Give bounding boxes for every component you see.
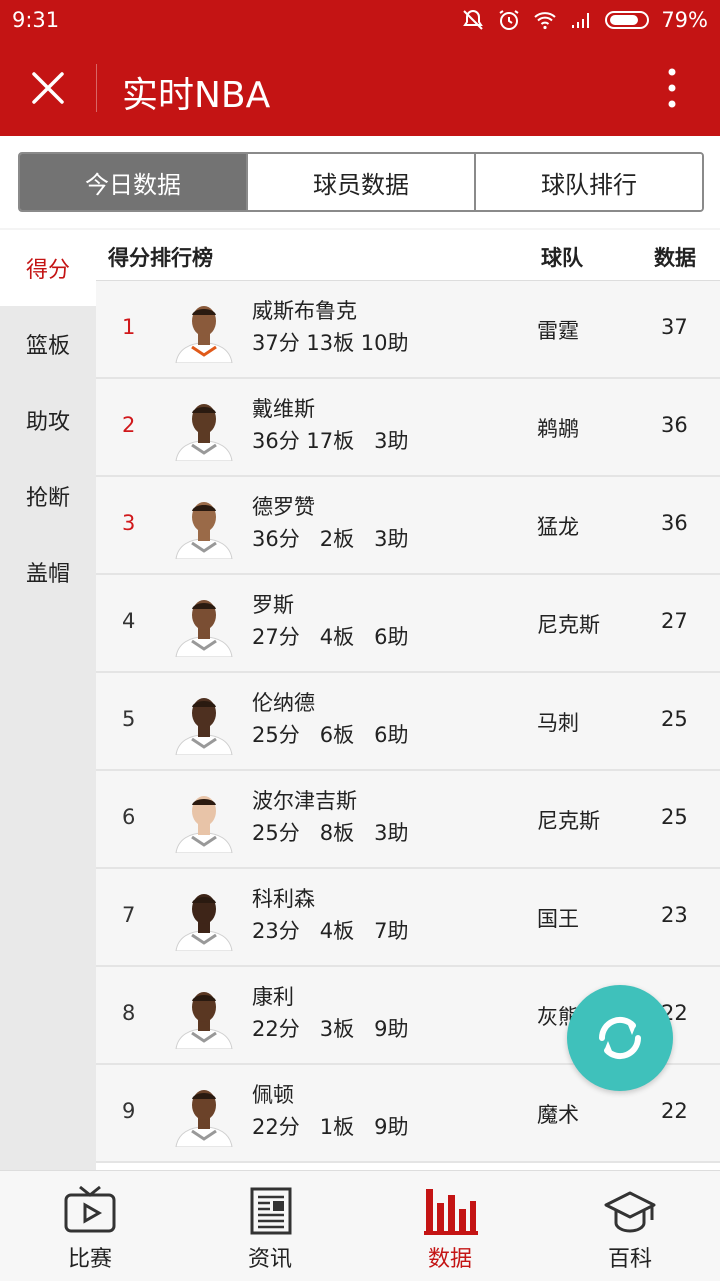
wifi-icon	[534, 12, 556, 30]
player-stat-value: 22	[661, 1099, 688, 1123]
table-header: 得分排行榜 球队 数据	[96, 230, 720, 281]
player-team: 尼克斯	[537, 809, 600, 833]
player-team: 雷霆	[537, 319, 579, 343]
player-stat-line: 23分 4板 7助	[252, 919, 409, 943]
player-name: 伦纳德	[252, 691, 315, 715]
player-stat-value: 25	[661, 805, 688, 829]
table-row[interactable]: 1 威斯布鲁克 37分 13板 10助 雷霆 37	[96, 281, 720, 379]
close-icon[interactable]	[30, 70, 66, 106]
tv-icon	[64, 1185, 116, 1233]
nav-item-data[interactable]: 数据	[360, 1171, 540, 1281]
newspaper-icon	[250, 1187, 292, 1235]
player-stat-line: 36分 2板 3助	[252, 527, 409, 551]
table-row[interactable]: 3 德罗赞 36分 2板 3助 猛龙 36	[96, 477, 720, 575]
player-stat-value: 36	[661, 413, 688, 437]
player-stat-line: 36分 17板 3助	[252, 429, 409, 453]
table-row[interactable]: 2 戴维斯 36分 17板 3助 鹈鹕 36	[96, 379, 720, 477]
table-row[interactable]: 6 波尔津吉斯 25分 8板 3助 尼克斯 25	[96, 771, 720, 869]
status-time: 9:31	[12, 8, 60, 32]
player-team: 尼克斯	[537, 613, 600, 637]
bar-chart-icon	[424, 1189, 478, 1235]
sidebar-item-steals[interactable]: 抢断	[0, 458, 96, 534]
column-header-value: 数据	[654, 246, 696, 270]
tab-bar: 今日数据 球员数据 球队排行	[18, 152, 704, 212]
player-stat-value: 36	[661, 511, 688, 535]
tab-team-ranking[interactable]: 球队排行	[474, 154, 702, 210]
player-name: 威斯布鲁克	[252, 299, 357, 323]
signal-icon	[572, 13, 590, 28]
player-avatar	[175, 1090, 233, 1147]
alarm-icon	[499, 10, 519, 30]
player-avatar	[175, 502, 233, 559]
bottom-navigation: 比赛 资讯 数据 百科	[0, 1170, 720, 1281]
tab-bar-container: 今日数据 球员数据 球队排行	[0, 136, 720, 228]
player-name: 波尔津吉斯	[252, 789, 357, 813]
player-team: 魔术	[537, 1103, 579, 1127]
player-stat-value: 27	[661, 609, 688, 633]
column-header-team: 球队	[541, 246, 583, 270]
player-name: 德罗赞	[252, 495, 315, 519]
player-team: 猛龙	[537, 515, 579, 539]
player-name: 科利森	[252, 887, 315, 911]
battery-icon	[605, 11, 650, 29]
nav-item-news[interactable]: 资讯	[180, 1171, 360, 1281]
player-avatar	[175, 698, 233, 755]
more-options-icon[interactable]	[660, 66, 684, 110]
player-stat-line: 22分 3板 9助	[252, 1017, 409, 1041]
player-avatar	[175, 404, 233, 461]
nav-item-encyclopedia[interactable]: 百科	[540, 1171, 720, 1281]
refresh-button[interactable]	[567, 985, 673, 1091]
player-stat-value: 25	[661, 707, 688, 731]
player-team: 马刺	[537, 711, 579, 735]
stat-category-sidebar: 得分 篮板 助攻 抢断 盖帽	[0, 230, 96, 1170]
player-rank: 5	[122, 707, 136, 731]
ranking-title: 得分排行榜	[108, 246, 213, 270]
nav-item-games[interactable]: 比赛	[0, 1171, 180, 1281]
player-avatar	[175, 306, 233, 363]
player-team: 鹈鹕	[537, 417, 579, 441]
sidebar-item-assists[interactable]: 助攻	[0, 382, 96, 458]
player-rank: 7	[122, 903, 136, 927]
player-rank: 1	[122, 315, 136, 339]
player-rank: 9	[122, 1099, 136, 1123]
table-row[interactable]: 5 伦纳德 25分 6板 6助 马刺 25	[96, 673, 720, 771]
player-stat-line: 37分 13板 10助	[252, 331, 409, 355]
table-row[interactable]: 7 科利森 23分 4板 7助 国王 23	[96, 869, 720, 967]
mute-icon	[463, 9, 484, 30]
sidebar-item-rebounds[interactable]: 篮板	[0, 306, 96, 382]
player-rank: 2	[122, 413, 136, 437]
tab-player-data[interactable]: 球员数据	[246, 154, 474, 210]
refresh-icon	[598, 1017, 642, 1059]
graduation-cap-icon	[604, 1191, 656, 1233]
player-name: 佩顿	[252, 1083, 294, 1107]
sidebar-item-points[interactable]: 得分	[0, 230, 96, 306]
player-rank: 3	[122, 511, 136, 535]
sidebar-item-blocks[interactable]: 盖帽	[0, 534, 96, 610]
tab-today-data[interactable]: 今日数据	[20, 154, 246, 210]
page-title: 实时NBA	[122, 75, 271, 116]
table-row[interactable]: 4 罗斯 27分 4板 6助 尼克斯 27	[96, 575, 720, 673]
player-stat-line: 27分 4板 6助	[252, 625, 409, 649]
player-avatar	[175, 894, 233, 951]
player-rank: 8	[122, 1001, 136, 1025]
player-avatar	[175, 992, 233, 1049]
player-name: 罗斯	[252, 593, 294, 617]
player-name: 康利	[252, 985, 294, 1009]
player-rank: 4	[122, 609, 136, 633]
player-stat-line: 25分 6板 6助	[252, 723, 409, 747]
player-stat-line: 22分 1板 9助	[252, 1115, 409, 1139]
player-avatar	[175, 796, 233, 853]
player-stat-value: 23	[661, 903, 688, 927]
battery-level: 79%	[661, 8, 708, 32]
header-divider	[96, 64, 97, 112]
player-team: 国王	[537, 907, 579, 931]
player-avatar	[175, 600, 233, 657]
app-header: 实时NBA	[0, 40, 720, 136]
player-stat-line: 25分 8板 3助	[252, 821, 409, 845]
player-stat-value: 37	[661, 315, 688, 339]
player-name: 戴维斯	[252, 397, 315, 421]
status-bar: 9:31 79%	[0, 0, 720, 40]
player-rank: 6	[122, 805, 136, 829]
